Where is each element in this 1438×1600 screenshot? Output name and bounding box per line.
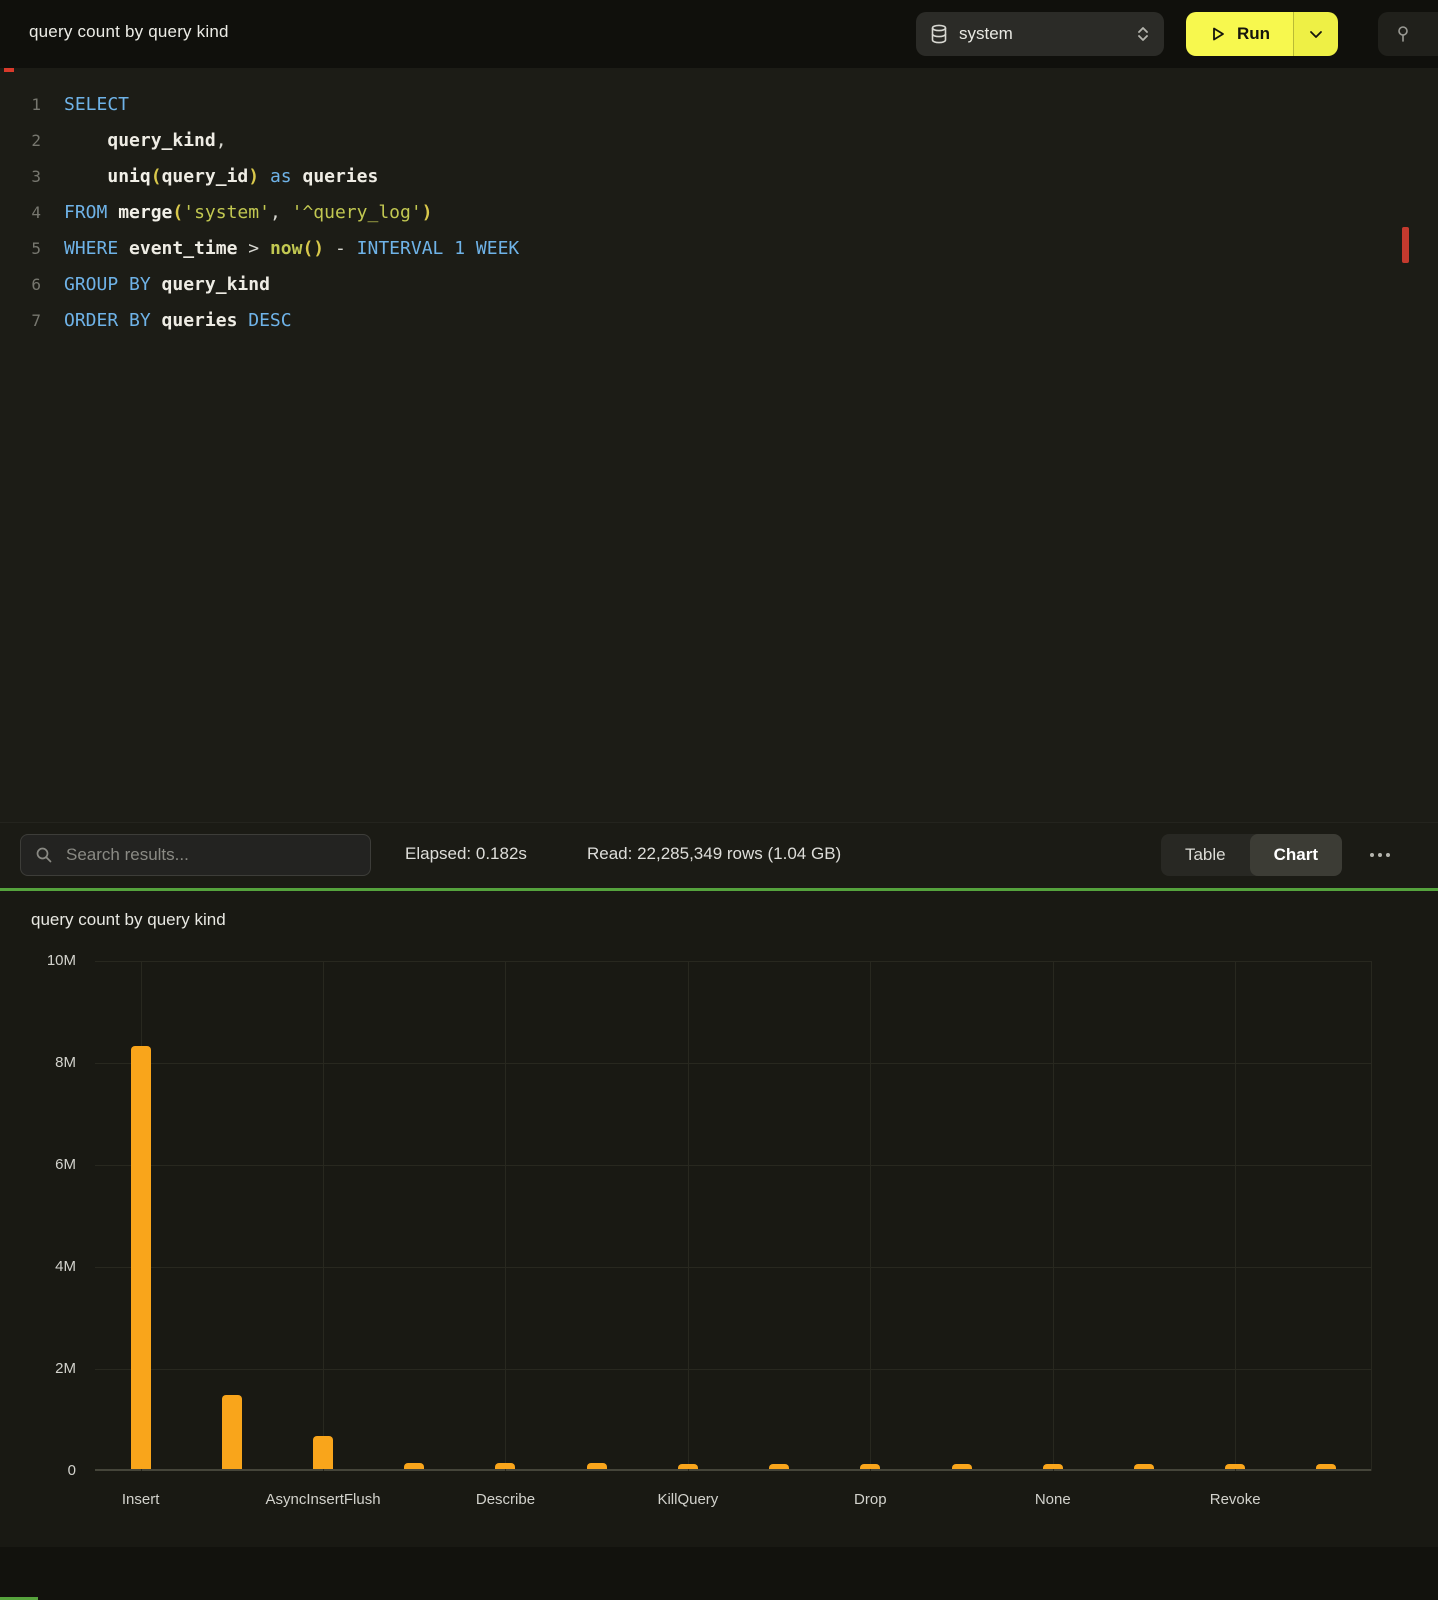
view-toggle: Table Chart [1161,834,1342,876]
top-bar: query count by query kind system [0,0,1438,69]
chevron-down-icon [1309,30,1323,39]
code-line: 5 WHERE event_time > now() - INTERVAL 1 W… [0,230,1438,266]
chevron-up-down-icon [1136,25,1150,43]
elapsed-stat: Elapsed: 0.182s [405,844,527,864]
search-results-input[interactable] [64,844,356,866]
y-tick-label: 0 [0,1461,76,1481]
grid-line-vertical [505,961,506,1471]
chart-footer [0,1547,1438,1600]
y-tick-label: 10M [0,951,76,971]
x-tick-label: Insert [51,1491,231,1508]
line-number: 6 [0,275,41,294]
run-button[interactable]: Run [1186,12,1293,56]
bar [952,1464,972,1469]
read-stat: Read: 22,285,349 rows (1.04 GB) [587,844,841,864]
grid-line-vertical [688,961,689,1471]
bar [678,1464,698,1469]
bar [222,1395,242,1469]
bar [1225,1464,1245,1469]
x-tick-label: Drop [780,1491,960,1508]
bar [587,1463,607,1469]
chart-plot [95,961,1372,1471]
x-axis-line [95,1469,1372,1471]
grid-line-vertical [323,961,324,1471]
grid-line-horizontal [95,1063,1372,1064]
line-number: 1 [0,95,41,114]
results-toolbar: Elapsed: 0.182s Read: 22,285,349 rows (1… [0,822,1438,889]
chart-xlabels: InsertAsyncInsertFlushDescribeKillQueryD… [95,1491,1372,1513]
code-text: SELECT [64,94,129,115]
run-options-button[interactable] [1293,12,1338,56]
line-number: 2 [0,131,41,150]
grid-line-vertical [870,961,871,1471]
edit-marker [4,68,14,72]
code-text: WHERE event_time > now() - INTERVAL 1 WE… [64,238,519,259]
grid-line-vertical [1053,961,1054,1471]
line-number: 3 [0,167,41,186]
chart-title: query count by query kind [31,910,226,930]
line-number: 7 [0,311,41,330]
y-tick-label: 2M [0,1359,76,1379]
code-line: 3 uniq(query_id) as queries [0,158,1438,194]
grid-line-vertical [1371,961,1372,1471]
x-tick-label: Describe [415,1491,595,1508]
code-text: GROUP BY query_kind [64,274,270,295]
x-tick-label: Revoke [1145,1491,1325,1508]
bar [1134,1464,1154,1469]
x-tick-label: KillQuery [598,1491,778,1508]
code-text: query_kind, [64,130,227,151]
bar [131,1046,151,1469]
search-icon [35,846,53,864]
y-tick-label: 6M [0,1155,76,1175]
grid-line-horizontal [95,1369,1372,1370]
database-selector[interactable]: system [916,12,1164,56]
line-number: 4 [0,203,41,222]
y-tick-label: 4M [0,1257,76,1277]
y-tick-label: 8M [0,1053,76,1073]
bar [1316,1464,1336,1469]
database-selector-value: system [959,24,1013,44]
tab-table[interactable]: Table [1161,834,1250,876]
code-text: uniq(query_id) as queries [64,166,378,187]
bar [860,1464,880,1469]
pin-button[interactable] [1378,12,1438,56]
grid-line-horizontal [95,961,1372,962]
code-line: 4 FROM merge('system', '^query_log') [0,194,1438,230]
pin-icon [1394,24,1412,44]
bar [313,1436,333,1469]
tab-chart[interactable]: Chart [1250,834,1342,876]
line-number: 5 [0,239,41,258]
ellipsis-icon [1370,853,1390,857]
grid-line-vertical [1235,961,1236,1471]
code-line: 2 query_kind, [0,122,1438,158]
x-tick-label: None [963,1491,1143,1508]
bar [404,1463,424,1469]
code-lines: 1SELECT2 query_kind,3 uniq(query_id) as … [0,86,1438,338]
bar [495,1463,515,1469]
code-line: 7 ORDER BY queries DESC [0,302,1438,338]
bar [1043,1464,1063,1469]
bar [769,1464,789,1469]
run-button-label: Run [1237,24,1270,44]
chart-panel: query count by query kind 10M 8M 6M 4M 2M 0 I… [0,891,1438,1600]
more-options-button[interactable] [1370,845,1390,865]
sql-editor[interactable]: 1SELECT2 query_kind,3 uniq(query_id) as … [0,68,1438,822]
code-text: FROM merge('system', '^query_log') [64,202,433,223]
play-icon [1209,25,1227,43]
grid-line-horizontal [95,1267,1372,1268]
search-box[interactable] [20,834,371,876]
query-title: query count by query kind [29,22,229,42]
chart-ylabels: 10M8M6M4M2M0 [0,961,76,1471]
code-text: ORDER BY queries DESC [64,310,292,331]
database-icon [930,24,948,44]
x-tick-label: AsyncInsertFlush [233,1491,413,1508]
scrollbar-error-marker [1402,227,1409,263]
grid-line-horizontal [95,1165,1372,1166]
code-line: 6 GROUP BY query_kind [0,266,1438,302]
run-button-group: Run [1186,12,1338,56]
code-line: 1 SELECT [0,86,1438,122]
